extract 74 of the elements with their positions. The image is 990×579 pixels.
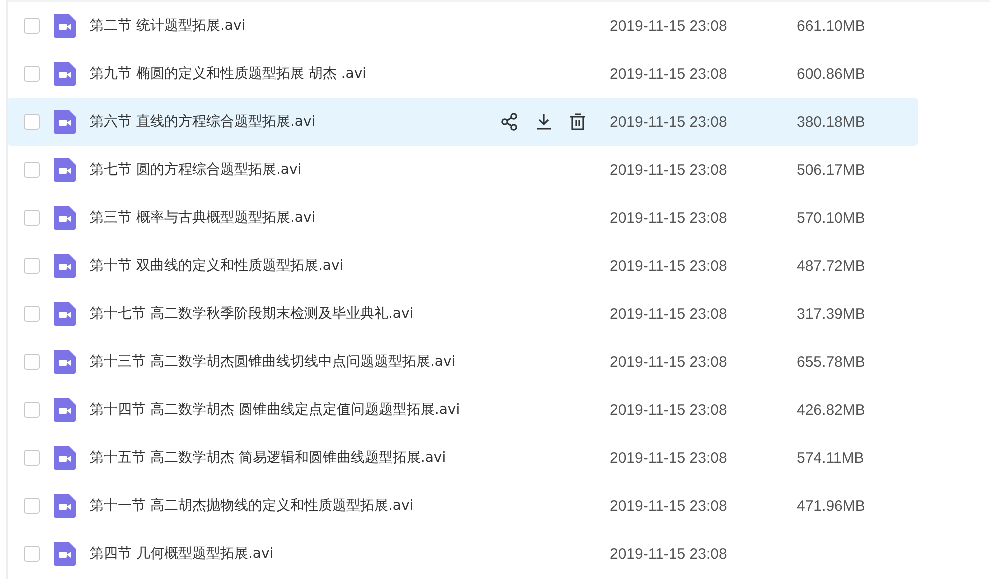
checkbox[interactable] xyxy=(24,402,40,418)
video-file-icon xyxy=(54,110,76,134)
checkbox[interactable] xyxy=(24,498,40,514)
file-size: 487.72MB xyxy=(797,258,866,274)
file-row[interactable]: 第十一节 高二胡杰抛物线的定义和性质题型拓展.avi 2019-11-15 23:08 471.96MB xyxy=(8,482,918,530)
file-row[interactable]: 第十三节 高二数学胡杰圆锥曲线切线中点问题题型拓展.avi 2019-11-15 23:08 655.78MB xyxy=(8,338,918,386)
checkbox[interactable] xyxy=(24,114,40,130)
video-file-icon xyxy=(54,446,76,470)
file-size: 570.10MB xyxy=(797,210,866,226)
modified-date: 2019-11-15 23:08 xyxy=(610,498,728,514)
file-name[interactable]: 第十一节 高二胡杰抛物线的定义和性质题型拓展.avi xyxy=(90,497,500,515)
file-size: 574.11MB xyxy=(797,450,864,466)
file-size: 600.86MB xyxy=(797,66,866,82)
file-row[interactable]: 第七节 圆的方程综合题型拓展.avi 2019-11-15 23:08 506.17MB xyxy=(8,146,918,194)
checkbox[interactable] xyxy=(24,66,40,82)
video-file-icon xyxy=(54,350,76,374)
modified-date: 2019-11-15 23:08 xyxy=(610,66,728,82)
file-row[interactable]: 第六节 直线的方程综合题型拓展.avi 2019-11-15 23:08 380.18MB xyxy=(8,98,918,146)
modified-date: 2019-11-15 23:08 xyxy=(610,210,728,226)
modified-date: 2019-11-15 23:08 xyxy=(610,162,728,178)
file-size: 506.17MB xyxy=(797,162,866,178)
file-name[interactable]: 第七节 圆的方程综合题型拓展.avi xyxy=(90,161,500,179)
download-icon[interactable] xyxy=(534,112,554,132)
file-name[interactable]: 第三节 概率与古典概型题型拓展.avi xyxy=(90,209,500,227)
share-icon[interactable] xyxy=(500,112,520,132)
modified-date: 2019-11-15 23:08 xyxy=(610,18,728,34)
file-row[interactable]: 第十节 双曲线的定义和性质题型拓展.avi 2019-11-15 23:08 487.72MB xyxy=(8,242,918,290)
checkbox[interactable] xyxy=(24,210,40,226)
checkbox[interactable] xyxy=(24,258,40,274)
video-file-icon xyxy=(54,158,76,182)
file-name[interactable]: 第四节 几何概型题型拓展.avi xyxy=(90,545,500,563)
file-name[interactable]: 第六节 直线的方程综合题型拓展.avi xyxy=(90,113,500,131)
modified-date: 2019-11-15 23:08 xyxy=(610,114,728,130)
checkbox[interactable] xyxy=(24,354,40,370)
file-size: 661.10MB xyxy=(797,18,866,34)
checkbox[interactable] xyxy=(24,18,40,34)
modified-date: 2019-11-15 23:08 xyxy=(610,402,728,418)
video-file-icon xyxy=(54,206,76,230)
file-size: 380.18MB xyxy=(797,114,866,130)
modified-date: 2019-11-15 23:08 xyxy=(610,450,728,466)
file-size: 471.96MB xyxy=(797,498,866,514)
video-file-icon xyxy=(54,494,76,518)
file-name[interactable]: 第十七节 高二数学秋季阶段期末检测及毕业典礼.avi xyxy=(90,305,500,323)
modified-date: 2019-11-15 23:08 xyxy=(610,354,728,370)
video-file-icon xyxy=(54,302,76,326)
file-name[interactable]: 第十节 双曲线的定义和性质题型拓展.avi xyxy=(90,257,500,275)
modified-date: 2019-11-15 23:08 xyxy=(610,306,728,322)
file-name[interactable]: 第十四节 高二数学胡杰 圆锥曲线定点定值问题题型拓展.avi xyxy=(90,401,500,419)
delete-icon[interactable] xyxy=(568,112,588,132)
file-size: 317.39MB xyxy=(797,306,866,322)
checkbox[interactable] xyxy=(24,162,40,178)
file-row[interactable]: 第九节 椭圆的定义和性质题型拓展 胡杰 .avi 2019-11-15 23:08 600.86MB xyxy=(8,50,918,98)
video-file-icon xyxy=(54,62,76,86)
file-row[interactable]: 第十五节 高二数学胡杰 简易逻辑和圆锥曲线题型拓展.avi 2019-11-15 23:08 574.11MB xyxy=(8,434,918,482)
modified-date: 2019-11-15 23:08 xyxy=(610,258,728,274)
file-size: 655.78MB xyxy=(797,354,866,370)
file-name[interactable]: 第九节 椭圆的定义和性质题型拓展 胡杰 .avi xyxy=(90,65,500,83)
file-name[interactable]: 第十三节 高二数学胡杰圆锥曲线切线中点问题题型拓展.avi xyxy=(90,353,500,371)
file-row[interactable]: 第十四节 高二数学胡杰 圆锥曲线定点定值问题题型拓展.avi 2019-11-15 23:08 426.82MB xyxy=(8,386,918,434)
file-row[interactable]: 第三节 概率与古典概型题型拓展.avi 2019-11-15 23:08 570.10MB xyxy=(8,194,918,242)
video-file-icon xyxy=(54,542,76,566)
video-file-icon xyxy=(54,14,76,38)
checkbox[interactable] xyxy=(24,546,40,562)
file-row[interactable]: 第十七节 高二数学秋季阶段期末检测及毕业典礼.avi 2019-11-15 23:08 317.39MB xyxy=(8,290,918,338)
modified-date: 2019-11-15 23:08 xyxy=(610,546,728,562)
file-size: 426.82MB xyxy=(797,402,866,418)
file-name[interactable]: 第十五节 高二数学胡杰 简易逻辑和圆锥曲线题型拓展.avi xyxy=(90,449,500,467)
checkbox[interactable] xyxy=(24,450,40,466)
file-name[interactable]: 第二节 统计题型拓展.avi xyxy=(90,17,500,35)
video-file-icon xyxy=(54,398,76,422)
file-row[interactable]: 第四节 几何概型题型拓展.avi 2019-11-15 23:08 xyxy=(8,530,918,578)
video-file-icon xyxy=(54,254,76,278)
checkbox[interactable] xyxy=(24,306,40,322)
file-row[interactable]: 第二节 统计题型拓展.avi 2019-11-15 23:08 661.10MB xyxy=(8,2,918,50)
